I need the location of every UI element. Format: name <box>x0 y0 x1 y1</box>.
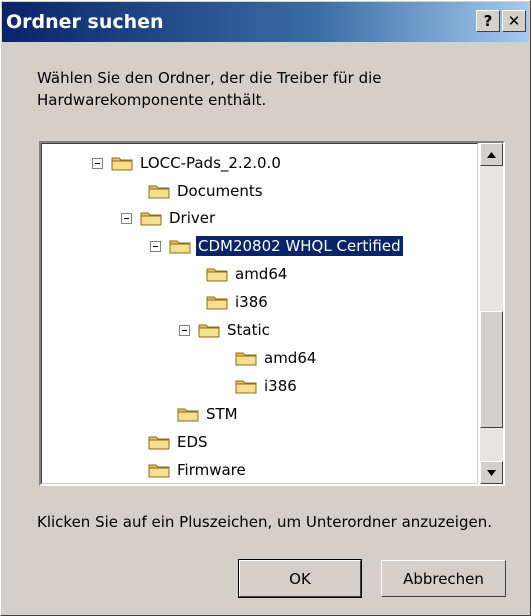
folder-icon <box>169 238 191 254</box>
tree-item-documents[interactable]: Documents <box>148 180 265 202</box>
folder-icon <box>148 434 170 450</box>
tree-item-label: LOCC-Pads_2.2.0.0 <box>140 154 281 172</box>
help-button[interactable]: ? <box>476 10 500 32</box>
arrow-up-icon <box>487 151 496 158</box>
tree-item-amd64[interactable]: amd64 <box>206 263 289 285</box>
folder-icon <box>206 266 228 282</box>
tree-item-static[interactable]: Static <box>179 319 272 341</box>
folder-browse-dialog: Ordner suchen ? ✕ Wählen Sie den Ordner,… <box>0 0 531 616</box>
folder-icon <box>198 322 220 338</box>
folder-icon <box>148 183 170 199</box>
tree-item-stm[interactable]: STM <box>177 403 240 425</box>
tree-item-label: amd64 <box>264 349 317 367</box>
collapse-icon[interactable] <box>179 324 190 336</box>
window-title: Ordner suchen <box>6 11 164 33</box>
hint-text: Klicken Sie auf ein Pluszeichen, um Unte… <box>37 513 492 531</box>
ok-button[interactable]: OK <box>238 559 362 598</box>
folder-icon <box>140 210 162 226</box>
scroll-up-button[interactable] <box>480 143 503 166</box>
tree-item-cdm20802[interactable]: CDM20802 WHQL Certified <box>150 235 404 257</box>
tree-item-label-selected: CDM20802 WHQL Certified <box>195 235 404 257</box>
tree-item-label: EDS <box>177 433 208 451</box>
tree-item-label: Firmware <box>177 461 246 479</box>
tree-item-label: Static <box>227 321 270 339</box>
folder-icon <box>111 155 133 171</box>
close-button[interactable]: ✕ <box>502 10 526 32</box>
folder-tree[interactable]: LOCC-Pads_2.2.0.0 Documents Driver CDM20… <box>39 141 505 486</box>
folder-icon <box>206 294 228 310</box>
title-bar[interactable]: Ordner suchen ? ✕ <box>2 2 529 42</box>
vertical-scrollbar[interactable] <box>480 143 503 484</box>
tree-item-label: i386 <box>235 293 268 311</box>
tree-item-driver[interactable]: Driver <box>121 207 217 229</box>
tree-item-label: i386 <box>264 377 297 395</box>
tree-item-label: amd64 <box>235 265 288 283</box>
folder-icon <box>235 350 257 366</box>
arrow-down-icon <box>487 469 496 476</box>
folder-icon <box>177 406 199 422</box>
collapse-icon[interactable] <box>121 212 132 224</box>
tree-item-locc-pads[interactable]: LOCC-Pads_2.2.0.0 <box>92 152 283 174</box>
folder-icon <box>235 378 257 394</box>
collapse-icon[interactable] <box>92 157 103 169</box>
cancel-button[interactable]: Abbrechen <box>381 560 506 597</box>
tree-item-static-amd64[interactable]: amd64 <box>235 347 318 369</box>
scroll-thumb[interactable] <box>480 311 503 428</box>
collapse-icon[interactable] <box>150 240 161 252</box>
instruction-text: Wählen Sie den Ordner, der die Treiber f… <box>37 69 382 109</box>
tree-item-i386[interactable]: i386 <box>206 291 270 313</box>
tree-item-firmware[interactable]: Firmware <box>148 459 248 481</box>
tree-item-label: Driver <box>169 209 216 227</box>
tree-item-eds[interactable]: EDS <box>148 431 210 453</box>
scroll-down-button[interactable] <box>480 461 503 484</box>
folder-tree-view: LOCC-Pads_2.2.0.0 Documents Driver CDM20… <box>41 143 478 484</box>
tree-item-label: STM <box>206 405 238 423</box>
tree-item-static-i386[interactable]: i386 <box>235 375 299 397</box>
folder-icon <box>148 462 170 478</box>
tree-item-label: Documents <box>177 182 263 200</box>
